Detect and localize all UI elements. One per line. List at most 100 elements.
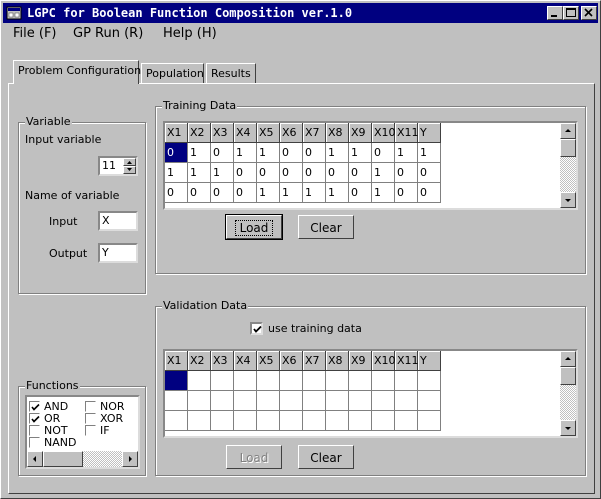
validation-header-cell[interactable]: X10 (372, 351, 396, 371)
maximize-button[interactable] (563, 6, 579, 20)
function-xor-checkbox[interactable] (85, 413, 96, 424)
validation-cell[interactable] (395, 411, 418, 431)
training-cell[interactable]: 1 (395, 143, 418, 163)
training-cell[interactable]: 1 (257, 143, 280, 163)
validation-header-cell[interactable]: X4 (234, 351, 257, 371)
training-cell[interactable]: 0 (418, 183, 441, 203)
training-header-cell[interactable]: X7 (303, 123, 326, 143)
validation-cell[interactable] (326, 411, 349, 431)
training-cell[interactable]: 0 (303, 163, 326, 183)
training-header-cell[interactable]: Y (418, 123, 441, 143)
validation-cell[interactable] (211, 391, 234, 411)
training-data-grid[interactable]: X1 X2 X3 X4 X5 X6 X7 X8 X9 X10 X11 Y 0 1 0 1 1 0 0 1 1 0 1 1 1 1 1… (163, 121, 578, 210)
scroll-up-button[interactable] (560, 123, 576, 139)
menu-file[interactable]: File (F) (13, 26, 57, 41)
scroll-down-button[interactable] (560, 420, 576, 436)
spin-down-button[interactable] (123, 166, 136, 174)
training-cell[interactable]: 0 (280, 143, 303, 163)
validation-cell[interactable] (349, 411, 372, 431)
menu-help[interactable]: Help (H) (163, 26, 217, 41)
training-cell[interactable]: 0 (395, 163, 418, 183)
validation-cell[interactable] (372, 411, 395, 431)
use-training-data-checkbox[interactable] (250, 322, 263, 335)
validation-clear-button[interactable]: Clear (298, 445, 354, 469)
training-cell[interactable]: 1 (372, 183, 395, 203)
training-header-cell[interactable]: X2 (188, 123, 211, 143)
function-nand-checkbox[interactable] (29, 437, 40, 448)
training-cell[interactable]: 1 (418, 143, 441, 163)
training-header-cell[interactable]: X3 (211, 123, 234, 143)
tab-population[interactable]: Population (141, 63, 204, 83)
validation-cell[interactable] (280, 371, 303, 391)
validation-cell[interactable] (372, 391, 395, 411)
training-cell[interactable]: 0 (211, 183, 234, 203)
spin-up-button[interactable] (123, 158, 136, 166)
training-cell[interactable]: 0 (188, 183, 211, 203)
training-cell[interactable]: 1 (234, 143, 257, 163)
close-button[interactable] (581, 6, 597, 20)
function-if-checkbox[interactable] (85, 425, 96, 436)
training-vscrollbar[interactable] (560, 123, 576, 208)
scroll-track[interactable] (83, 451, 122, 467)
validation-header-cell[interactable]: X6 (280, 351, 303, 371)
validation-cell[interactable] (188, 391, 211, 411)
functions-hscrollbar[interactable] (27, 451, 138, 467)
validation-cell[interactable] (188, 411, 211, 431)
scroll-thumb[interactable] (560, 139, 576, 157)
validation-cell[interactable] (280, 411, 303, 431)
minimize-button[interactable] (547, 6, 563, 20)
validation-cell[interactable] (303, 371, 326, 391)
training-header-cell[interactable]: X10 (372, 123, 396, 143)
validation-cell[interactable] (211, 411, 234, 431)
training-cell[interactable]: 1 (372, 163, 395, 183)
validation-cell[interactable] (280, 391, 303, 411)
output-name-field[interactable]: Y (98, 243, 138, 263)
validation-header-cell[interactable]: X3 (211, 351, 234, 371)
training-cell[interactable]: 1 (326, 183, 349, 203)
validation-header-cell[interactable]: X7 (303, 351, 326, 371)
validation-cell[interactable] (349, 391, 372, 411)
training-cell[interactable]: 0 (257, 163, 280, 183)
training-clear-button[interactable]: Clear (298, 215, 354, 239)
function-nor-checkbox[interactable] (85, 401, 96, 412)
training-cell[interactable]: 0 (165, 183, 188, 203)
training-header-cell[interactable]: X8 (326, 123, 349, 143)
title-bar[interactable]: LGPC for Boolean Function Composition ve… (3, 3, 598, 23)
menu-gp-run[interactable]: GP Run (R) (73, 26, 143, 41)
function-or-checkbox[interactable] (29, 413, 40, 424)
scroll-up-button[interactable] (560, 351, 576, 367)
validation-cell[interactable] (234, 371, 257, 391)
scroll-right-button[interactable] (122, 451, 138, 467)
training-cell[interactable]: 0 (234, 163, 257, 183)
training-cell[interactable]: 0 (303, 143, 326, 163)
training-header-cell[interactable]: X11 (395, 123, 419, 143)
training-cell[interactable]: 1 (165, 163, 188, 183)
training-header-cell[interactable]: X1 (165, 123, 188, 143)
training-cell[interactable]: 0 (349, 183, 372, 203)
validation-header-cell[interactable]: X9 (349, 351, 372, 371)
training-cell[interactable]: 0 (395, 183, 418, 203)
scroll-track[interactable] (560, 385, 576, 420)
training-cell[interactable]: 0 (280, 163, 303, 183)
validation-header-cell[interactable]: X8 (326, 351, 349, 371)
scroll-down-button[interactable] (560, 192, 576, 208)
training-cell[interactable]: 1 (326, 143, 349, 163)
validation-cell[interactable] (165, 371, 188, 391)
training-cell[interactable]: 0 (372, 143, 395, 163)
scroll-track[interactable] (560, 157, 576, 192)
validation-cell[interactable] (188, 371, 211, 391)
validation-cell[interactable] (257, 391, 280, 411)
validation-cell[interactable] (372, 371, 395, 391)
validation-header-cell[interactable]: X2 (188, 351, 211, 371)
input-name-field[interactable]: X (98, 211, 138, 231)
training-header-cell[interactable]: X4 (234, 123, 257, 143)
training-cell[interactable]: 0 (211, 143, 234, 163)
scroll-left-button[interactable] (27, 451, 43, 467)
tab-problem-configuration[interactable]: Problem Configuration (13, 60, 141, 84)
validation-data-grid[interactable]: X1 X2 X3 X4 X5 X6 X7 X8 X9 X10 X11 Y (163, 349, 578, 438)
training-cell[interactable]: 1 (188, 163, 211, 183)
training-cell[interactable]: 1 (211, 163, 234, 183)
training-header-cell[interactable]: X6 (280, 123, 303, 143)
validation-header-cell[interactable]: X11 (395, 351, 419, 371)
training-cell[interactable]: 1 (257, 183, 280, 203)
